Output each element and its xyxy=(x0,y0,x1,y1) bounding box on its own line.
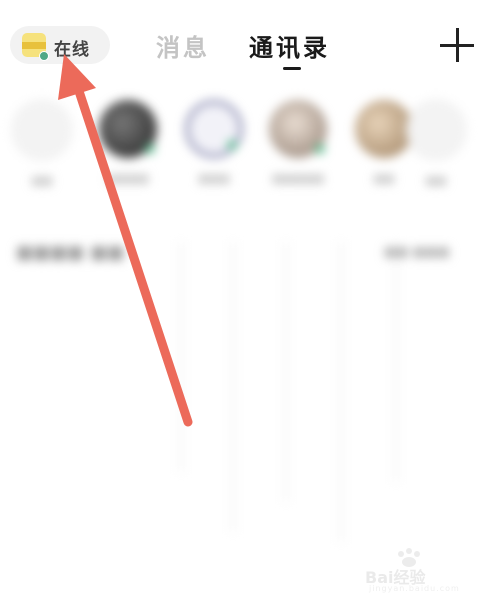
watermark-subtext: jingyan.baidu.com xyxy=(369,584,460,593)
annotation-arrow xyxy=(58,54,193,427)
baidu-jingyan-watermark: Bai经验 jingyan.baidu.com xyxy=(365,548,475,594)
